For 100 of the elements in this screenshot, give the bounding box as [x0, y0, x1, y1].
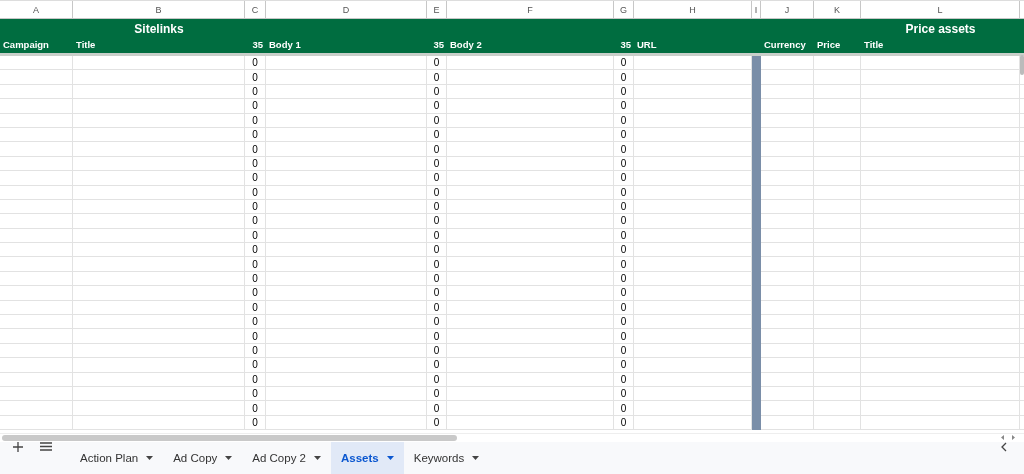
table-cell — [761, 243, 814, 258]
caret-icon — [146, 456, 154, 460]
table-cell: 0 — [614, 286, 634, 301]
column-heading: Campaign — [2, 38, 50, 52]
table-cell: 0 — [614, 271, 634, 287]
vertical-scrollbar[interactable] — [1020, 55, 1024, 75]
table-cell — [761, 214, 814, 229]
table-cell: 0 — [427, 243, 447, 258]
table-cell: 0 — [427, 70, 447, 85]
table-cell: 0 — [614, 243, 634, 258]
table-cell: 0 — [427, 56, 447, 71]
sheet-tab[interactable]: Action Plan — [70, 442, 164, 474]
table-cell: 0 — [427, 185, 447, 200]
table-cell — [761, 372, 814, 387]
table-cell: 0 — [427, 343, 447, 359]
table-cell: 0 — [614, 127, 634, 143]
column-heading: 35 — [432, 38, 445, 52]
table-cell: 0 — [427, 401, 447, 416]
table-cell — [814, 329, 861, 344]
table-cell: 0 — [427, 171, 447, 186]
sheet-tab[interactable]: Ad Copy — [163, 442, 243, 474]
table-cell: 0 — [614, 343, 634, 359]
table-cell: 0 — [245, 257, 266, 272]
table-cell: 0 — [245, 113, 266, 128]
table-cell: 0 — [614, 199, 634, 215]
table-cell: 0 — [427, 358, 447, 373]
table-cell: 0 — [427, 142, 447, 157]
table-cell — [761, 286, 814, 301]
table-cell — [814, 56, 861, 71]
group-heading: Price assets — [904, 21, 977, 36]
table-cell: 0 — [614, 171, 634, 186]
table-cell: 0 — [614, 257, 634, 272]
table-cell — [761, 171, 814, 186]
column-heading: Price — [816, 38, 842, 52]
sheet-tab[interactable]: Ad Copy 2 — [242, 442, 331, 474]
table-cell: 0 — [245, 199, 266, 215]
table-cell: 0 — [245, 185, 266, 200]
table-cell — [814, 99, 861, 114]
table-cell — [814, 387, 861, 402]
table-cell: 0 — [427, 156, 447, 172]
table-cell — [814, 415, 861, 431]
table-cell: 0 — [245, 99, 266, 114]
table-cell — [761, 415, 814, 431]
table-cell — [814, 70, 861, 85]
table-cell — [761, 84, 814, 100]
table-cell: 0 — [245, 300, 266, 316]
table-cell — [761, 387, 814, 402]
table-cell — [761, 271, 814, 287]
table-cell — [761, 257, 814, 272]
table-cell: 0 — [245, 271, 266, 287]
table-cell: 0 — [427, 329, 447, 344]
table-cell: 0 — [614, 84, 634, 100]
sheet-tab[interactable]: Keywords — [403, 442, 490, 474]
table-cell: 0 — [614, 228, 634, 244]
table-cell — [814, 271, 861, 287]
table-cell: 0 — [245, 70, 266, 85]
table-cell — [814, 142, 861, 157]
table-cell — [761, 401, 814, 416]
table-cell — [814, 358, 861, 373]
table-cell — [761, 228, 814, 244]
column-heading: Body 1 — [268, 38, 302, 52]
caret-icon — [314, 456, 321, 460]
caret-icon — [225, 456, 233, 460]
caret-icon — [472, 456, 480, 460]
table-cell — [761, 343, 814, 359]
table-cell: 0 — [245, 171, 266, 186]
table-cell: 0 — [614, 387, 634, 402]
table-cell: 0 — [245, 142, 266, 157]
horizontal-scrollbar[interactable] — [2, 435, 457, 441]
table-cell — [814, 401, 861, 416]
table-cell: 0 — [614, 113, 634, 128]
table-cell: 0 — [245, 358, 266, 373]
table-cell: 0 — [427, 199, 447, 215]
sheet-tab[interactable]: Assets — [331, 442, 404, 474]
column-heading: URL — [636, 38, 658, 52]
table-cell — [814, 171, 861, 186]
table-cell — [761, 56, 814, 71]
table-cell: 0 — [614, 99, 634, 114]
table-cell — [761, 156, 814, 172]
table-cell — [761, 185, 814, 200]
table-cell — [814, 84, 861, 100]
table-cell: 0 — [427, 372, 447, 387]
column-heading: Currency — [763, 38, 807, 52]
table-cell: 0 — [427, 300, 447, 316]
table-cell: 0 — [245, 315, 266, 330]
table-cell — [814, 286, 861, 301]
table-cell: 0 — [427, 257, 447, 272]
column-heading: 35 — [251, 38, 264, 52]
group-heading: Sitelinks — [133, 21, 185, 36]
table-cell: 0 — [427, 113, 447, 128]
table-cell — [814, 185, 861, 200]
caret-icon — [386, 456, 394, 460]
table-cell — [814, 113, 861, 128]
table-cell: 0 — [614, 315, 634, 330]
table-cell: 0 — [614, 156, 634, 172]
table-cell: 0 — [614, 56, 634, 71]
table-cell: 0 — [614, 401, 634, 416]
table-cell: 0 — [245, 387, 266, 402]
table-cell: 0 — [427, 84, 447, 100]
table-cell: 0 — [614, 358, 634, 373]
